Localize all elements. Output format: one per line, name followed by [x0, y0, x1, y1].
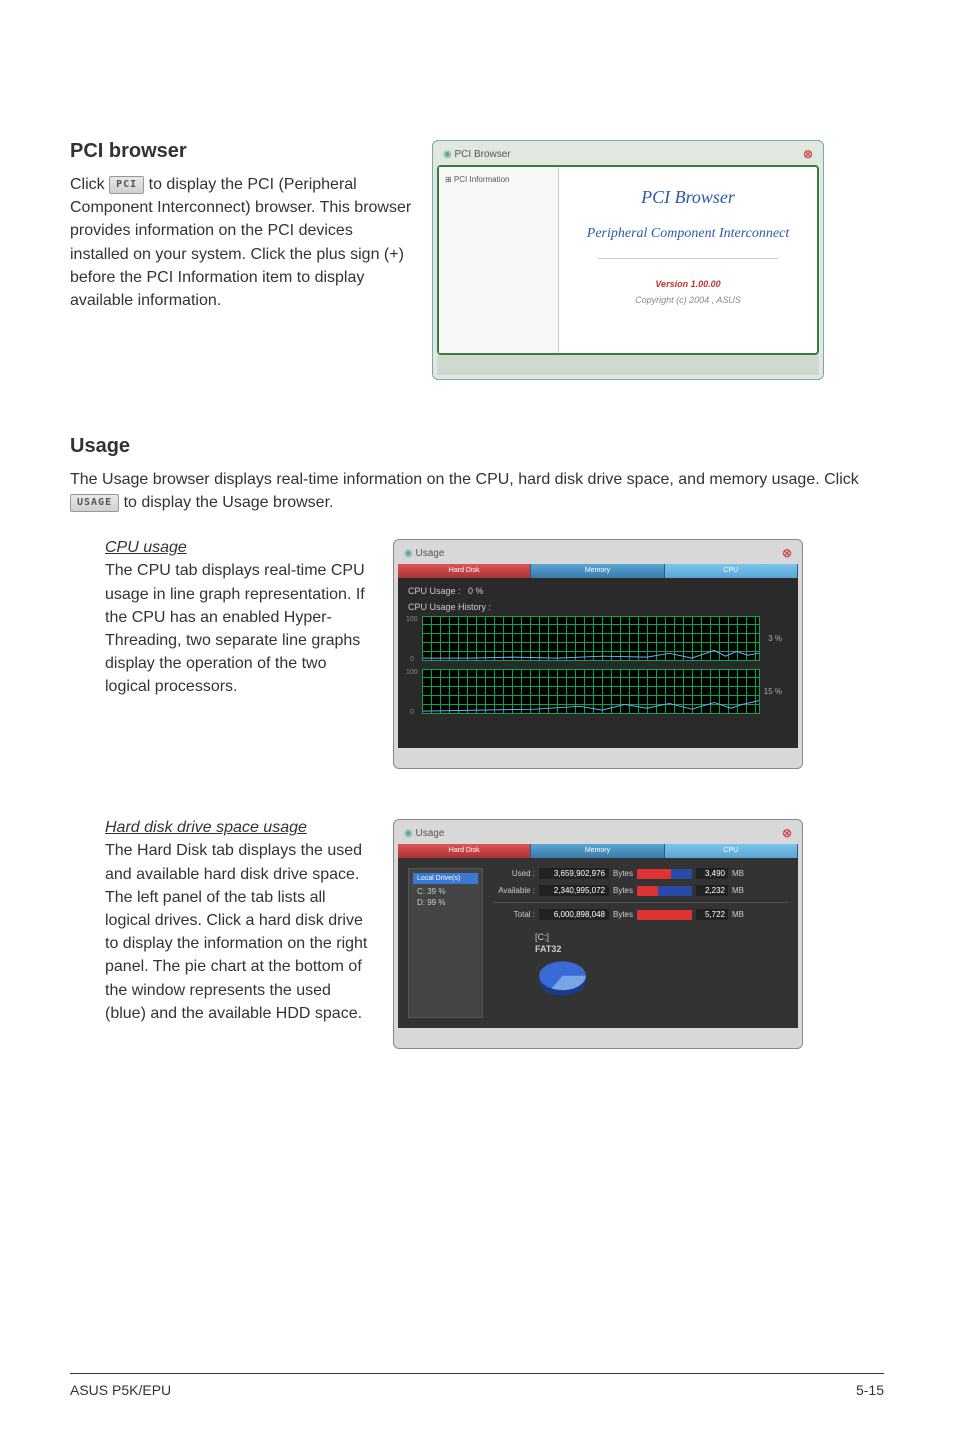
pci-window-title: ◉ PCI Browser: [443, 149, 511, 160]
cpu-chart-1: [422, 616, 760, 661]
hdd-total-mbunit: MB: [732, 910, 744, 919]
tab-cpu[interactable]: CPU: [665, 564, 798, 578]
usage-titlebar: ◉ Usage ⊗: [398, 544, 798, 562]
pci-tree-panel[interactable]: ⊞ PCI Information: [439, 167, 559, 353]
hdd-drives-panel: Local Drive(s) C: 39 % D: 99 %: [408, 868, 483, 1018]
hdd-avail-mbunit: MB: [732, 886, 744, 895]
cpu-usage-body: CPU Usage : 0 % CPU Usage History : 100 …: [398, 578, 798, 748]
pci-heading: PCI browser: [70, 140, 412, 163]
hdd-total-unit: Bytes: [613, 910, 633, 919]
cpu-pct-2: 15 %: [764, 687, 782, 696]
hdd-used-unit: Bytes: [613, 869, 633, 878]
close-icon[interactable]: ⊗: [803, 147, 813, 161]
hdd-avail-mb: 2,232: [696, 885, 728, 896]
tab-memory[interactable]: Memory: [531, 564, 664, 578]
footer-right: 5-15: [856, 1382, 884, 1398]
hdd-text: The Hard Disk tab displays the used and …: [105, 839, 375, 1025]
hdd-pie-label1: [C:]: [535, 932, 788, 942]
usage-intro-after: to display the Usage browser.: [124, 494, 334, 511]
hdd-drive-c[interactable]: C: 39 %: [413, 886, 478, 897]
hdd-row-used: Used : 3,659,902,976 Bytes 3,490 MB: [493, 868, 788, 879]
hdd-avail-bytes: 2,340,995,072: [539, 885, 609, 896]
hdd-used-mb: 3,490: [696, 868, 728, 879]
axis-top-1: 100: [406, 616, 418, 623]
axis-bot-2: 0: [410, 709, 414, 716]
tab-harddisk[interactable]: Hard Disk: [398, 844, 531, 858]
cpu-usage-label: CPU Usage : 0 %: [408, 586, 788, 596]
axis-top-2: 100: [406, 669, 418, 676]
hdd-avail-label: Available :: [493, 886, 535, 895]
hdd-avail-bar: [637, 886, 692, 896]
hdd-row-total: Total : 6,000,898,048 Bytes 5,722 MB: [493, 909, 788, 920]
page-footer: ASUS P5K/EPU 5-15: [70, 1373, 884, 1398]
hdd-used-bytes: 3,659,902,976: [539, 868, 609, 879]
pci-content-title: PCI Browser: [641, 187, 735, 208]
axis-bot-1: 0: [410, 656, 414, 663]
pci-content-panel: PCI Browser Peripheral Component Interco…: [559, 167, 817, 353]
hdd-total-label: Total :: [493, 910, 535, 919]
hdd-subtitle: Hard disk drive space usage: [105, 819, 375, 837]
pci-paragraph: Click PCI to display the PCI (Peripheral…: [70, 173, 412, 312]
usage-intro: The Usage browser displays real-time inf…: [70, 468, 884, 514]
cpu-usage-window: ◉ Usage ⊗ Hard Disk Memory CPU CPU Usage…: [393, 539, 803, 769]
close-icon[interactable]: ⊗: [782, 826, 792, 840]
tab-cpu[interactable]: CPU: [665, 844, 798, 858]
hdd-avail-unit: Bytes: [613, 886, 633, 895]
hdd-drives-header: Local Drive(s): [413, 873, 478, 884]
pci-text-before: Click: [70, 176, 109, 193]
hdd-total-mb: 5,722: [696, 909, 728, 920]
pci-copyright: Copyright (c) 2004 , ASUS: [635, 295, 741, 305]
hdd-window-title: ◉ Usage: [404, 828, 444, 839]
hdd-pie-label2: FAT32: [535, 944, 788, 954]
hdd-total-bytes: 6,000,898,048: [539, 909, 609, 920]
footer-left: ASUS P5K/EPU: [70, 1382, 171, 1398]
usage-intro-before: The Usage browser displays real-time inf…: [70, 471, 859, 488]
cpu-text: The CPU tab displays real-time CPU usage…: [105, 559, 375, 698]
cpu-history-label: CPU Usage History :: [408, 602, 788, 612]
hdd-used-label: Used :: [493, 869, 535, 878]
hdd-pie-chart: [535, 956, 590, 1001]
pci-tree-item[interactable]: ⊞ PCI Information: [445, 175, 510, 184]
usage-tabs-hdd: Hard Disk Memory CPU: [398, 844, 798, 858]
usage-heading: Usage: [70, 435, 884, 458]
hdd-pie-wrap: [C:] FAT32: [535, 932, 788, 1006]
cpu-chart-2: [422, 669, 760, 714]
hdd-used-mbunit: MB: [732, 869, 744, 878]
hdd-body: Local Drive(s) C: 39 % D: 99 % Used : 3,…: [398, 858, 798, 1028]
cpu-pct-1: 3 %: [768, 634, 782, 643]
pci-titlebar: ◉ PCI Browser ⊗: [437, 145, 819, 163]
usage-window-title: ◉ Usage: [404, 548, 444, 559]
cpu-subtitle: CPU usage: [105, 539, 375, 557]
tab-harddisk[interactable]: Hard Disk: [398, 564, 531, 578]
hdd-usage-window: ◉ Usage ⊗ Hard Disk Memory CPU Local Dri…: [393, 819, 803, 1049]
hdd-used-bar: [637, 869, 692, 879]
pci-content-subtitle: Peripheral Component Interconnect: [587, 226, 789, 242]
hdd-info-panel: Used : 3,659,902,976 Bytes 3,490 MB Avai…: [493, 868, 788, 1018]
pci-inline-button[interactable]: PCI: [109, 176, 144, 195]
pci-version: Version 1.00.00: [655, 279, 720, 289]
hdd-total-bar: [637, 910, 692, 920]
usage-titlebar-hdd: ◉ Usage ⊗: [398, 824, 798, 842]
hdd-drive-d[interactable]: D: 99 %: [413, 897, 478, 908]
usage-tabs: Hard Disk Memory CPU: [398, 564, 798, 578]
usage-inline-button[interactable]: USAGE: [70, 494, 119, 513]
pci-text-after: to display the PCI (Peripheral Component…: [70, 176, 411, 309]
close-icon[interactable]: ⊗: [782, 546, 792, 560]
hdd-row-avail: Available : 2,340,995,072 Bytes 2,232 MB: [493, 885, 788, 896]
tab-memory[interactable]: Memory: [531, 844, 664, 858]
pci-browser-window: ◉ PCI Browser ⊗ ⊞ PCI Information PCI Br…: [432, 140, 824, 380]
